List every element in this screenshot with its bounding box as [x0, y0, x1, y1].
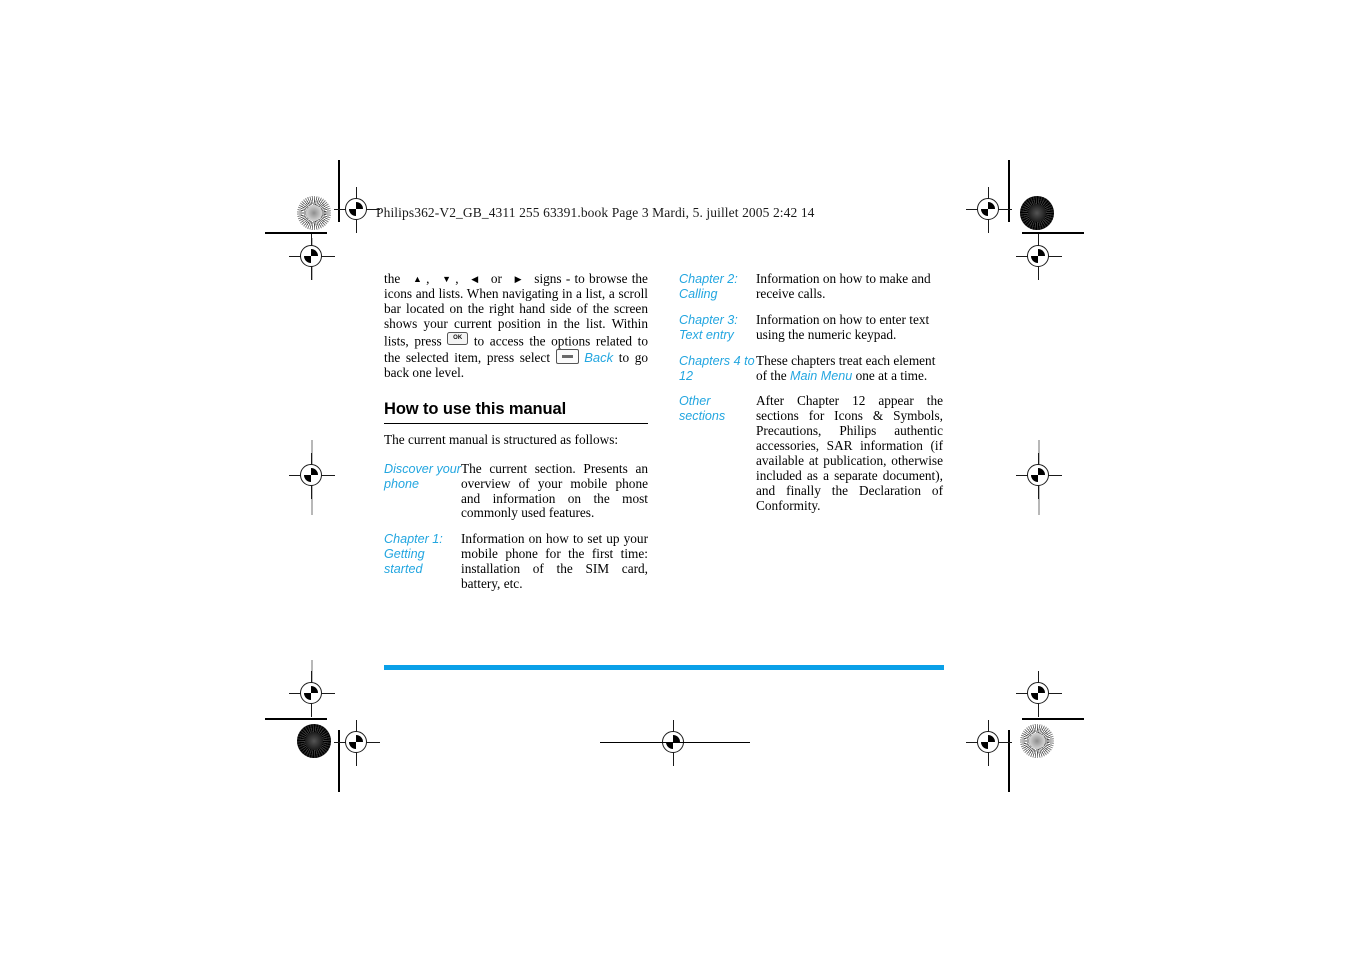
page-content: the ▲ , ▼ , ◀ or ▶ signs - to browse the…: [384, 271, 944, 592]
definition-row: Other sections After Chapter 12 appear t…: [679, 393, 943, 513]
back-softkey-label: Back: [584, 350, 614, 366]
definition-description: The current section. Presents an overvie…: [461, 460, 648, 521]
trim-line-bottom-left-h: [265, 718, 327, 720]
registration-mark-bottom-right: [966, 720, 1012, 766]
color-rosette-top-left: [297, 196, 331, 230]
footer-accent-rule: [384, 665, 944, 670]
registration-mark-top-right: [966, 187, 1012, 233]
definition-description: Information on how to set up your mobile…: [461, 531, 648, 592]
definition-term: Chapter 2: Calling: [679, 272, 738, 301]
color-rosette-bottom-left: [297, 724, 331, 758]
main-menu-emphasis: Main Menu: [789, 368, 853, 383]
trim-line-bottom-right-h: [1022, 718, 1084, 720]
definition-term: Discover your phone: [384, 461, 461, 491]
definition-row: Chapter 2: Calling Information on how to…: [679, 271, 943, 302]
arrow-down-icon: ▼: [442, 274, 452, 284]
trim-line-bottom-center-h: [600, 742, 750, 744]
color-rosette-bottom-right: [1020, 724, 1054, 758]
definition-description-after: one at a time.: [855, 367, 928, 383]
intro-or-word: or: [490, 271, 502, 286]
registration-mark-upper-right-outer: [1016, 234, 1062, 280]
registration-mark-top-left: [334, 187, 380, 233]
definition-description: After Chapter 12 appear the sections for…: [756, 393, 943, 513]
definition-term: Other sections: [679, 394, 726, 424]
right-definition-list: Chapter 2: Calling Information on how to…: [679, 271, 943, 514]
color-rosette-top-right: [1020, 196, 1054, 230]
right-column: Chapter 2: Calling Information on how to…: [679, 271, 943, 514]
registration-mark-middle-right: [1016, 453, 1062, 499]
left-definition-list: Discover your phone The current section.…: [384, 460, 648, 592]
page-title: How to use this manual: [384, 400, 648, 424]
running-header: Philips362-V2_GB_4311 255 63391.book Pag…: [376, 205, 815, 220]
intro-text-part1: the: [384, 271, 401, 286]
registration-mark-lower-left-outer: [289, 671, 335, 717]
definition-row: Chapter 1: Getting started Information o…: [384, 531, 648, 592]
definition-row: Chapter 3: Text entry Information on how…: [679, 311, 943, 343]
definition-row: Discover your phone The current section.…: [384, 460, 648, 522]
registration-mark-middle-left: [289, 453, 335, 499]
intro-paragraph: the ▲ , ▼ , ◀ or ▶ signs - to browse the…: [384, 271, 648, 381]
softkey-icon: [555, 349, 579, 365]
arrow-right-icon: ▶: [514, 274, 522, 284]
arrow-left-icon: ◀: [471, 274, 479, 284]
structure-intro-line: The current manual is structured as foll…: [384, 431, 619, 447]
definition-term: Chapter 3: Text entry: [679, 312, 738, 342]
arrow-up-icon: ▲: [412, 274, 422, 284]
definition-term: Chapters 4 to 12: [679, 353, 755, 383]
left-column: the ▲ , ▼ , ◀ or ▶ signs - to browse the…: [384, 271, 648, 592]
ok-key-icon: OK: [447, 331, 469, 346]
registration-mark-lower-right-outer: [1016, 671, 1062, 717]
definition-description: Information on how to enter text using t…: [756, 311, 930, 342]
intro-comma-2: ,: [455, 271, 459, 286]
registration-mark-bottom-left: [334, 720, 380, 766]
definition-description: These chapters treat each element of the…: [756, 353, 943, 384]
definition-description: Information on how to make and receive c…: [756, 271, 931, 301]
definition-term: Chapter 1: Getting started: [384, 532, 443, 577]
registration-mark-upper-left-outer: [289, 234, 335, 280]
definition-row: Chapters 4 to 12 These chapters treat ea…: [679, 353, 943, 384]
intro-comma-1: ,: [426, 271, 430, 286]
